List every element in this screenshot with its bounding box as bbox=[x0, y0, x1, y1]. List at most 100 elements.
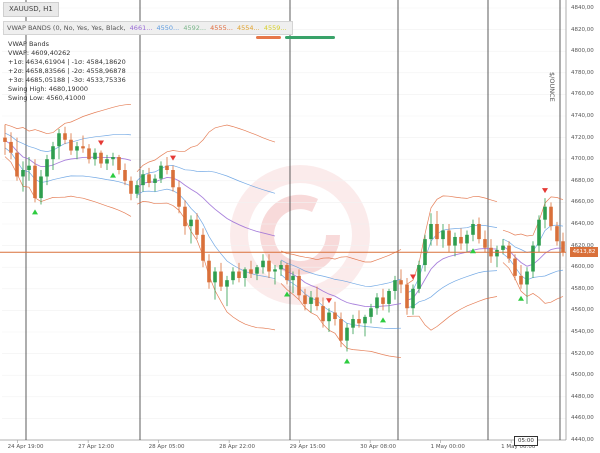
candle-body bbox=[279, 265, 283, 270]
price-tick-label: 4680,00 bbox=[571, 177, 594, 184]
vwap-line bbox=[4, 140, 132, 168]
candle-body bbox=[225, 280, 229, 287]
candle-body bbox=[195, 219, 199, 235]
candle-body bbox=[165, 165, 169, 170]
candle-body bbox=[315, 297, 319, 307]
price-tick-label: 4600,00 bbox=[571, 264, 594, 271]
candle-body bbox=[171, 170, 175, 188]
sell-signal-arrow bbox=[326, 298, 332, 304]
candle-body bbox=[333, 312, 337, 320]
candle-body bbox=[339, 319, 343, 341]
candle-body bbox=[219, 271, 223, 287]
candle-body bbox=[81, 146, 85, 149]
price-tick-label: 4760,00 bbox=[571, 91, 594, 98]
info-swing-high: Swing High: 4680,19000 bbox=[8, 85, 89, 93]
price-tick-label: 4640,00 bbox=[571, 221, 594, 227]
candle-body bbox=[447, 230, 451, 246]
upper-band-1 bbox=[4, 132, 132, 152]
candle-body bbox=[273, 269, 277, 272]
symbol-tab[interactable]: XAUUSD, H1 bbox=[3, 2, 59, 17]
upper-band-2 bbox=[502, 196, 564, 237]
indicator-header[interactable]: VWAP BANDS (0, No, Yes, Yes, Black, 4661… bbox=[3, 21, 293, 35]
indicator-value-1: 4661... bbox=[129, 24, 153, 32]
candle-body bbox=[495, 249, 499, 257]
buy-signal-arrow bbox=[344, 358, 350, 364]
price-tick-label: 4520,00 bbox=[571, 350, 594, 357]
price-tick-label: 4820,00 bbox=[571, 26, 594, 33]
candle-body bbox=[159, 165, 163, 179]
info-sigma-2: +2σ: 4658,83566 | -2σ: 4558,96878 bbox=[8, 67, 126, 75]
price-tick-label: 4840,00 bbox=[571, 5, 594, 11]
candle-body bbox=[477, 224, 481, 240]
candle-body bbox=[321, 306, 325, 322]
candle-body bbox=[249, 269, 253, 274]
lower-band-1 bbox=[4, 147, 132, 187]
candle-body bbox=[189, 219, 193, 227]
buy-signal-arrow bbox=[380, 317, 386, 323]
price-tick-label: 4440,00 bbox=[571, 437, 594, 443]
candle-body bbox=[87, 148, 91, 160]
candle-body bbox=[435, 224, 439, 240]
candle-body bbox=[429, 224, 433, 240]
candle-body bbox=[411, 288, 415, 309]
lower-band-2 bbox=[4, 156, 132, 217]
candle-body bbox=[75, 146, 79, 151]
candle-body bbox=[63, 133, 67, 140]
crosshair-time-tag: 05:00 bbox=[514, 436, 538, 446]
candle-body bbox=[243, 269, 247, 278]
info-vwap: VWAP: 4609,40262 bbox=[8, 49, 71, 57]
indicator-value-5: 4554... bbox=[236, 24, 260, 32]
candle-body bbox=[459, 236, 463, 244]
upper-band-2 bbox=[4, 103, 132, 135]
indicator-value-6: 4559... bbox=[263, 24, 287, 32]
candle-body bbox=[255, 267, 259, 274]
candle-body bbox=[465, 234, 469, 244]
candle-body bbox=[303, 295, 307, 304]
candle-body bbox=[9, 141, 13, 153]
time-tick-label: 1 May 00:00 bbox=[430, 444, 465, 450]
candle-body bbox=[93, 152, 97, 160]
time-tick-label: 28 Apr 05:00 bbox=[148, 444, 185, 450]
candle-body bbox=[357, 319, 361, 324]
candle-body bbox=[45, 159, 49, 177]
candle-body bbox=[147, 174, 151, 183]
candle-body bbox=[153, 178, 157, 183]
buy-signal-arrow bbox=[110, 172, 116, 178]
sell-signal-arrow bbox=[410, 274, 416, 280]
indicator-color-swatch-2[interactable] bbox=[285, 36, 335, 39]
candle-body bbox=[297, 275, 301, 296]
candle-body bbox=[129, 180, 133, 194]
candle-body bbox=[399, 280, 403, 285]
candle-body bbox=[69, 139, 73, 151]
candle-body bbox=[501, 245, 505, 250]
candle-body bbox=[15, 152, 19, 177]
time-tick-label: 24 Apr 19:00 bbox=[7, 444, 44, 450]
candle-body bbox=[177, 187, 181, 207]
candle-body bbox=[27, 165, 31, 170]
price-tick-label: 4780,00 bbox=[571, 69, 594, 76]
candle-body bbox=[369, 308, 373, 317]
info-sigma-3: +3σ: 4685,05188 | -3σ: 4533,75336 bbox=[8, 76, 126, 84]
candle-body bbox=[531, 245, 535, 272]
candle-body bbox=[381, 297, 385, 304]
candle-body bbox=[3, 137, 7, 142]
price-tick-label: 4480,00 bbox=[571, 393, 594, 400]
candle-body bbox=[441, 230, 445, 240]
candle-body bbox=[105, 159, 109, 164]
price-tick-label: 4460,00 bbox=[571, 415, 594, 422]
indicator-value-3: 4592... bbox=[183, 24, 207, 32]
info-swing-low: Swing Low: 4560,41000 bbox=[8, 94, 86, 102]
candle-body bbox=[111, 157, 115, 160]
candle-body bbox=[213, 271, 217, 283]
chart-window[interactable]: XAUUSD, H1 VWAP BANDS (0, No, Yes, Yes, … bbox=[0, 0, 600, 453]
upper-band-2 bbox=[136, 124, 276, 173]
vwap-info-panel: VWAP Bands VWAP: 4609,40262 +1σ: 4634,61… bbox=[8, 40, 126, 103]
indicator-color-swatch-1[interactable] bbox=[256, 36, 281, 39]
candle-body bbox=[237, 271, 241, 278]
candle-body bbox=[207, 260, 211, 283]
candle-body bbox=[99, 152, 103, 164]
candle-body bbox=[543, 206, 547, 220]
candle-body bbox=[39, 176, 43, 199]
price-tick-label: 4720,00 bbox=[571, 134, 594, 141]
candle-body bbox=[291, 275, 295, 281]
